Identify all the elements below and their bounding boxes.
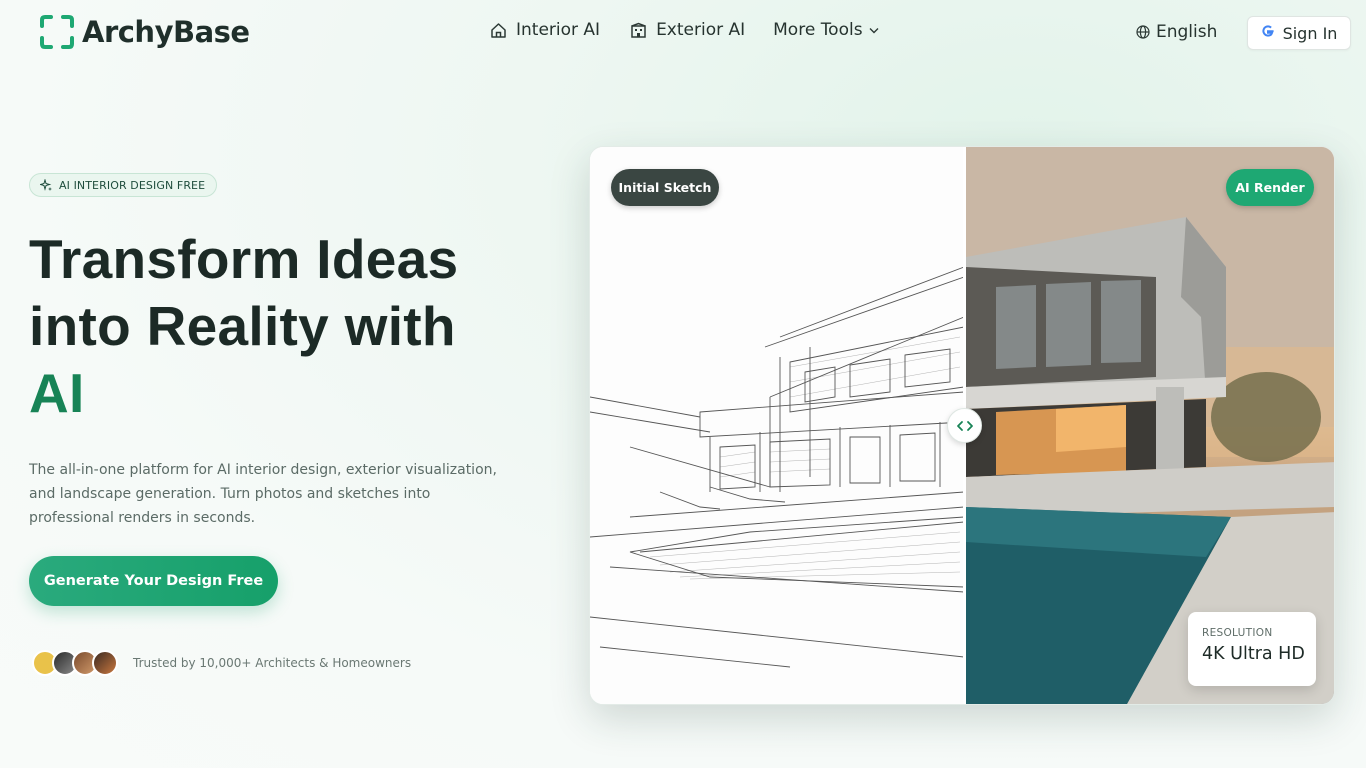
google-icon xyxy=(1261,24,1275,42)
top-nav: ArchyBase Interior AI Exterior AI More T… xyxy=(0,0,1366,68)
hero-description: The all-in-one platform for AI interior … xyxy=(29,462,497,526)
logo[interactable]: ArchyBase xyxy=(39,14,250,50)
nav-links: Interior AI Exterior AI More Tools xyxy=(488,20,907,40)
before-after-comparison[interactable]: Initial Sketch AI Render RESOLUTION 4K U… xyxy=(589,146,1335,705)
nav-exterior-label: Exterior AI xyxy=(656,20,746,40)
nav-interior-label: Interior AI xyxy=(516,20,601,40)
nav-interior-ai[interactable]: Interior AI xyxy=(488,20,600,40)
ai-render-tag: AI Render xyxy=(1226,169,1314,206)
resolution-label: RESOLUTION xyxy=(1202,627,1273,639)
language-label: English xyxy=(1156,22,1218,42)
headline-line-2: into Reality with xyxy=(29,295,456,357)
trust-text: Trusted by 10,000+ Architects & Homeowne… xyxy=(133,656,412,670)
nav-exterior-ai[interactable]: Exterior AI xyxy=(628,20,745,40)
trust-row: Trusted by 10,000+ Architects & Homeowne… xyxy=(32,650,411,676)
resolution-value: 4K Ultra HD xyxy=(1202,644,1305,664)
nav-more-tools[interactable]: More Tools xyxy=(773,20,879,40)
headline-accent: AI xyxy=(29,362,85,424)
headline-line-1: Transform Ideas xyxy=(29,228,459,290)
logo-icon xyxy=(39,14,75,50)
sparkle-icon xyxy=(40,178,53,192)
chevron-down-icon xyxy=(869,24,879,37)
hero-badge: AI INTERIOR DESIGN FREE xyxy=(29,173,218,197)
slider-handle-icon[interactable] xyxy=(947,408,982,443)
sign-in-button[interactable]: Sign In xyxy=(1247,16,1351,50)
resolution-card: RESOLUTION 4K Ultra HD xyxy=(1188,612,1316,686)
home-icon xyxy=(488,20,508,40)
generate-design-button[interactable]: Generate Your Design Free xyxy=(29,556,278,606)
hero-headline: Transform Ideas into Reality with AI xyxy=(29,226,549,427)
brand-name: ArchyBase xyxy=(82,15,250,49)
building-icon xyxy=(628,20,648,40)
badge-label: AI INTERIOR DESIGN FREE xyxy=(59,178,206,192)
avatar-group xyxy=(32,650,118,676)
globe-icon xyxy=(1136,25,1150,39)
sketch-image xyxy=(590,147,965,704)
avatar xyxy=(92,650,118,676)
language-selector[interactable]: English xyxy=(1136,22,1217,42)
sign-in-label: Sign In xyxy=(1282,23,1338,43)
initial-sketch-tag: Initial Sketch xyxy=(611,169,719,206)
nav-more-label: More Tools xyxy=(773,20,863,40)
